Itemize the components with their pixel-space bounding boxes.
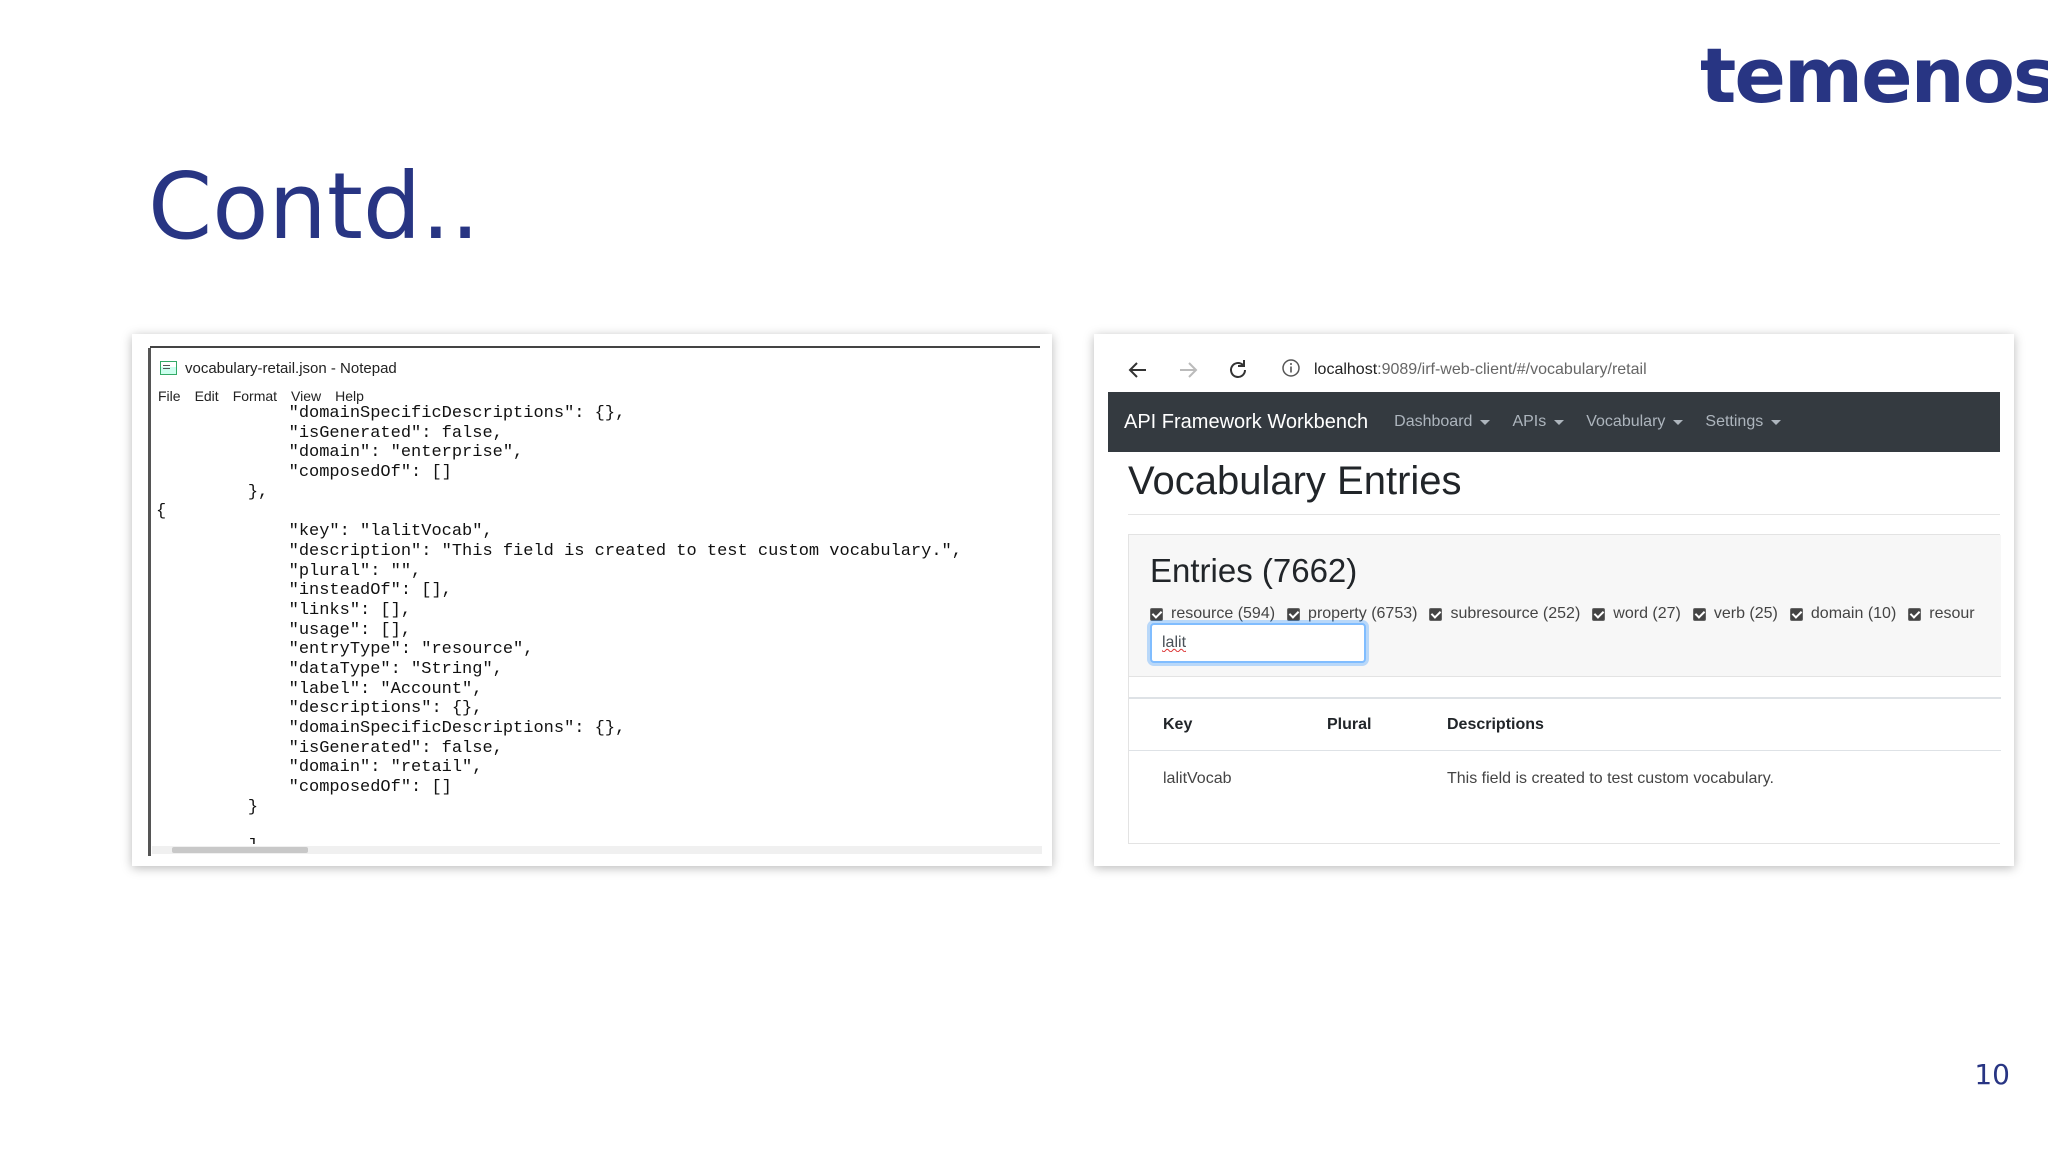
checkbox-checked-icon[interactable] — [1150, 607, 1163, 621]
code-line: { — [156, 502, 167, 522]
menu-format[interactable]: Format — [233, 388, 277, 404]
cell-description: This field is created to test custom voc… — [1447, 770, 1774, 787]
code-line: }, — [156, 482, 269, 502]
entries-card: Entries (7662) resource (594) property (… — [1128, 534, 2001, 844]
column-header-descriptions[interactable]: Descriptions — [1447, 699, 1544, 751]
scrollbar-thumb[interactable] — [172, 847, 308, 853]
heading-divider — [1128, 514, 2000, 515]
code-line: "plural": "", — [156, 561, 422, 581]
code-line: "domain": "retail", — [156, 758, 483, 778]
code-line: "usage": [], — [156, 620, 412, 640]
caret-down-icon — [1480, 419, 1491, 425]
navbar-brand[interactable]: API Framework Workbench — [1124, 411, 1368, 434]
code-line: "composedOf": [] — [156, 463, 452, 483]
code-line: "label": "Account", — [156, 679, 483, 699]
app-navbar: API Framework Workbench Dashboard APIs V… — [1108, 392, 2000, 452]
filter-resource[interactable]: resource (594) — [1150, 605, 1275, 623]
filter-domain[interactable]: domain (10) — [1789, 605, 1897, 623]
filter-label: resour — [1929, 605, 1975, 622]
filter-label: domain (10) — [1810, 605, 1897, 622]
menu-view[interactable]: View — [291, 388, 321, 404]
filter-label: word (27) — [1613, 605, 1681, 622]
back-arrow-icon[interactable] — [1122, 354, 1154, 386]
entries-card-header: Entries (7662) resource (594) property (… — [1129, 535, 2001, 677]
code-line: "domainSpecificDescriptions": {}, — [156, 404, 626, 423]
code-line: "key": "lalitVocab", — [156, 522, 493, 542]
url-host: localhost — [1314, 361, 1378, 378]
column-header-key[interactable]: Key — [1163, 699, 1192, 751]
notepad-titlebar: vocabulary-retail.json - Notepad — [160, 354, 397, 382]
caret-down-icon — [1673, 419, 1684, 425]
code-line: "composedOf": [] — [156, 778, 452, 798]
browser-window: localhost:9089/irf-web-client/#/vocabula… — [1094, 334, 2014, 866]
entry-type-filters: resource (594) property (6753) subresour… — [1150, 605, 2001, 623]
code-line: } — [156, 797, 259, 817]
page-heading: Vocabulary Entries — [1128, 459, 1462, 503]
address-bar[interactable]: localhost:9089/irf-web-client/#/vocabula… — [1268, 350, 2000, 390]
code-line: "insteadOf": [], — [156, 581, 452, 601]
nav-vocabulary[interactable]: Vocabulary — [1586, 413, 1684, 431]
filter-verb[interactable]: verb (25) — [1692, 605, 1778, 623]
nav-vocabulary-label: Vocabulary — [1586, 413, 1666, 430]
window-top-border — [150, 346, 1040, 348]
checkbox-checked-icon[interactable] — [1789, 607, 1803, 621]
notepad-window: vocabulary-retail.json - Notepad File Ed… — [132, 334, 1052, 866]
code-line: "description": "This field is created to… — [156, 541, 962, 561]
checkbox-checked-icon[interactable] — [1429, 607, 1443, 621]
menu-edit[interactable]: Edit — [195, 388, 219, 404]
code-line: "domain": "enterprise", — [156, 443, 524, 463]
checkbox-checked-icon[interactable] — [1287, 607, 1301, 621]
table-row[interactable]: lalitVocab This field is created to test… — [1129, 751, 2001, 807]
code-line: "isGenerated": false, — [156, 738, 503, 758]
code-line: "domainSpecificDescriptions": {}, — [156, 719, 626, 738]
browser-toolbar: localhost:9089/irf-web-client/#/vocabula… — [1108, 348, 2000, 392]
reload-icon[interactable] — [1222, 354, 1254, 386]
filter-property[interactable]: property (6753) — [1287, 605, 1417, 623]
filter-label: resource (594) — [1171, 605, 1276, 622]
forward-arrow-icon[interactable] — [1172, 354, 1204, 386]
filter-label: subresource (252) — [1450, 605, 1581, 622]
checkbox-checked-icon[interactable] — [1908, 607, 1922, 621]
checkbox-checked-icon[interactable] — [1692, 607, 1706, 621]
info-icon[interactable] — [1282, 358, 1300, 382]
slide-title: Contd.. — [148, 153, 480, 260]
code-line: ] — [156, 837, 1036, 844]
url-path: :9089/irf-web-client/#/vocabulary/retail — [1377, 361, 1647, 378]
vocabulary-table: Key Plural Descriptions lalitVocab This … — [1129, 697, 2001, 807]
search-input[interactable] — [1150, 623, 1366, 663]
filter-subresource[interactable]: subresource (252) — [1429, 605, 1580, 623]
code-line: "descriptions": {}, — [156, 699, 483, 719]
table-header-row: Key Plural Descriptions — [1129, 699, 2001, 751]
nav-settings-label: Settings — [1705, 413, 1764, 430]
nav-apis[interactable]: APIs — [1512, 413, 1565, 431]
window-title: vocabulary-retail.json - Notepad — [185, 359, 397, 377]
entries-count-title: Entries (7662) — [1150, 552, 1358, 589]
caret-down-icon — [1771, 419, 1782, 425]
code-line: "dataType": "String", — [156, 659, 503, 679]
column-header-plural[interactable]: Plural — [1327, 699, 1371, 751]
menu-file[interactable]: File — [158, 388, 181, 404]
page-number: 10 — [1974, 1058, 2010, 1091]
filter-label: verb (25) — [1713, 605, 1778, 622]
nav-dashboard-label: Dashboard — [1394, 413, 1473, 430]
window-left-border — [148, 348, 151, 856]
filter-word[interactable]: word (27) — [1592, 605, 1681, 623]
checkbox-checked-icon[interactable] — [1592, 607, 1606, 621]
nav-apis-label: APIs — [1512, 413, 1547, 430]
filter-resource-truncated[interactable]: resour — [1908, 605, 1975, 623]
nav-dashboard[interactable]: Dashboard — [1394, 413, 1491, 431]
caret-down-icon — [1554, 419, 1565, 425]
temenos-logo: temenos — [1700, 31, 2048, 120]
nav-settings[interactable]: Settings — [1705, 413, 1782, 431]
code-line: "links": [], — [156, 600, 412, 620]
menu-help[interactable]: Help — [335, 388, 364, 404]
notepad-text-area[interactable]: "domainSpecificDescriptions": {}, "isGen… — [156, 404, 1036, 844]
code-line: "isGenerated": false, — [156, 423, 503, 443]
cell-key: lalitVocab — [1163, 770, 1232, 787]
notepad-app-icon — [160, 361, 177, 375]
code-line: "entryType": "resource", — [156, 640, 534, 660]
filter-label: property (6753) — [1308, 605, 1418, 622]
